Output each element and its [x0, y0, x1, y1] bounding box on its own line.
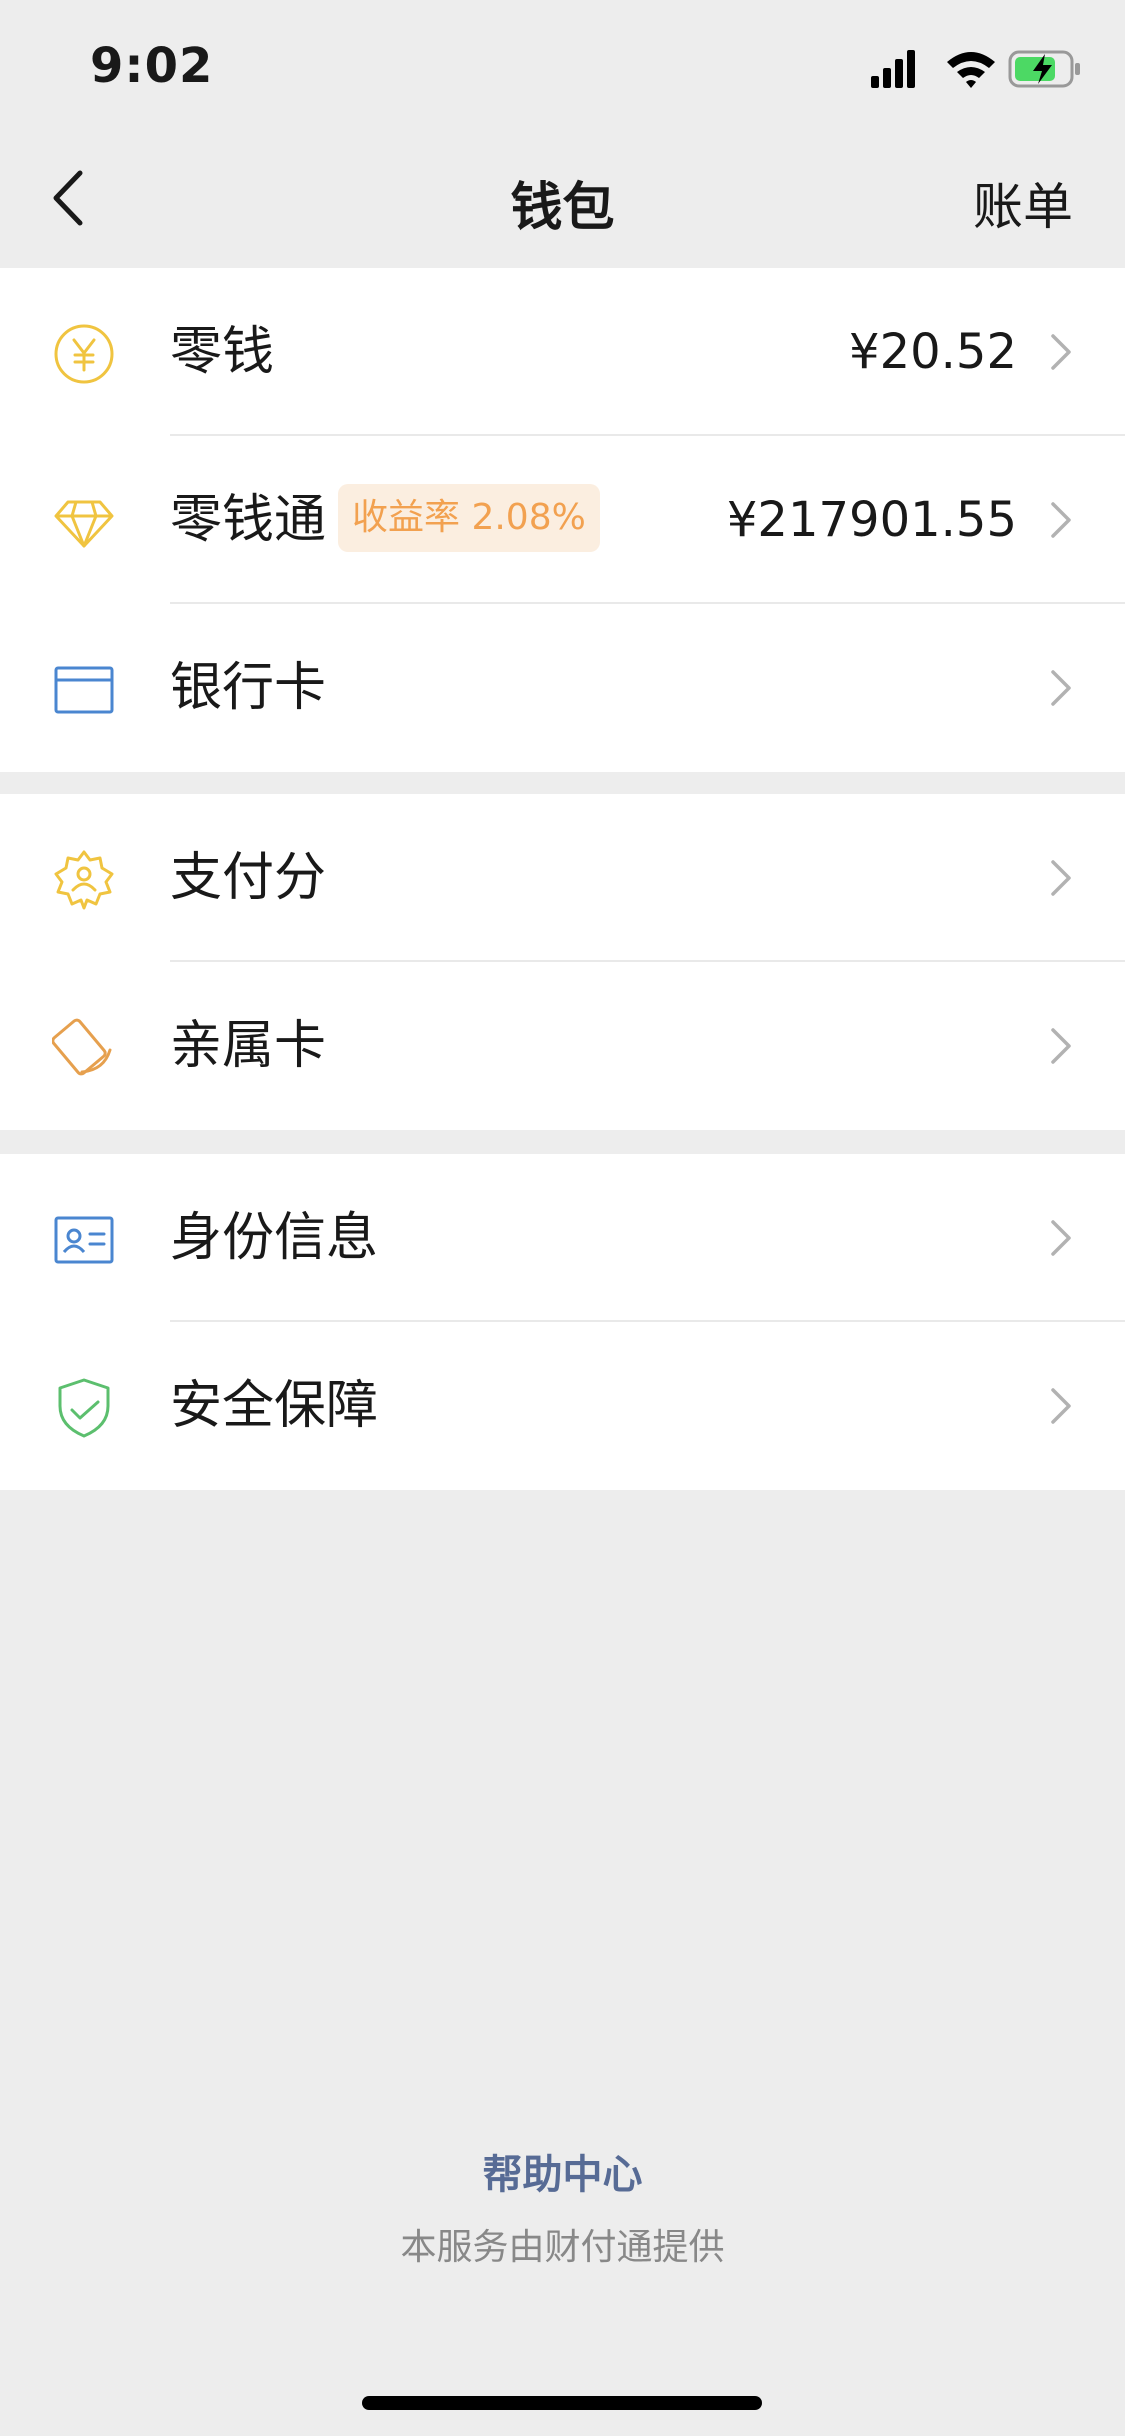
list-item-label: 支付分 [170, 848, 327, 908]
list-item-label: 安全保障 [170, 1376, 379, 1436]
chevron-right-icon [1051, 1220, 1071, 1256]
list-item-security[interactable]: 安全保障 [0, 1322, 1125, 1490]
diamond-icon [54, 500, 114, 548]
chevron-right-icon [1051, 1388, 1071, 1424]
list-item-label: 身份信息 [170, 1208, 379, 1268]
id-card-icon [54, 1216, 114, 1264]
wallet-group-2: 支付分 亲属卡 [0, 794, 1125, 1130]
list-item-lingqiantong[interactable]: 零钱通 收益率 2.08% ¥217901.55 [0, 436, 1125, 604]
chevron-right-icon [1051, 502, 1071, 538]
list-item-change[interactable]: 零钱 ¥20.52 [0, 268, 1125, 436]
list-item-bank-card[interactable]: 银行卡 [0, 604, 1125, 772]
battery-icon [1008, 50, 1080, 88]
list-item-label: 银行卡 [170, 658, 327, 718]
wallet-group-1: 零钱 ¥20.52 零钱通 收益率 2.08% ¥217901.55 银行卡 [0, 268, 1125, 772]
bill-button[interactable]: 账单 [973, 167, 1073, 239]
yield-rate-badge: 收益率 2.08% [338, 484, 600, 552]
wallet-group-3: 身份信息 安全保障 [0, 1154, 1125, 1490]
list-item-payscore[interactable]: 支付分 [0, 794, 1125, 962]
shield-check-icon [58, 1378, 110, 1438]
yuan-coin-icon [54, 324, 114, 384]
bank-card-icon [54, 666, 114, 714]
chevron-right-icon [1051, 334, 1071, 370]
status-icons [871, 50, 1080, 88]
chevron-right-icon [1051, 860, 1071, 896]
chevron-right-icon [1051, 1028, 1071, 1064]
list-item-identity[interactable]: 身份信息 [0, 1154, 1125, 1322]
payscore-icon [54, 850, 114, 910]
chevron-right-icon [1051, 670, 1071, 706]
status-bar: 9:02 [0, 0, 1125, 135]
cellular-signal-icon [871, 50, 915, 88]
help-center-link[interactable]: 帮助中心 [0, 2142, 1125, 2200]
lingqiantong-value: ¥217901.55 [726, 492, 1017, 548]
list-item-family-card[interactable]: 亲属卡 [0, 962, 1125, 1130]
list-item-label: 零钱通 [170, 490, 327, 550]
list-item-label: 零钱 [170, 322, 275, 382]
balance-value: ¥20.52 [849, 324, 1017, 380]
provider-note: 本服务由财付通提供 [400, 2227, 725, 2268]
nav-bar: 钱包 账单 [0, 135, 1125, 265]
wifi-icon [947, 52, 995, 88]
family-card-icon [52, 1018, 112, 1076]
home-indicator[interactable] [362, 2396, 762, 2410]
status-time: 9:02 [90, 38, 214, 94]
page-title: 钱包 [510, 178, 615, 238]
list-item-label: 亲属卡 [170, 1016, 327, 1076]
